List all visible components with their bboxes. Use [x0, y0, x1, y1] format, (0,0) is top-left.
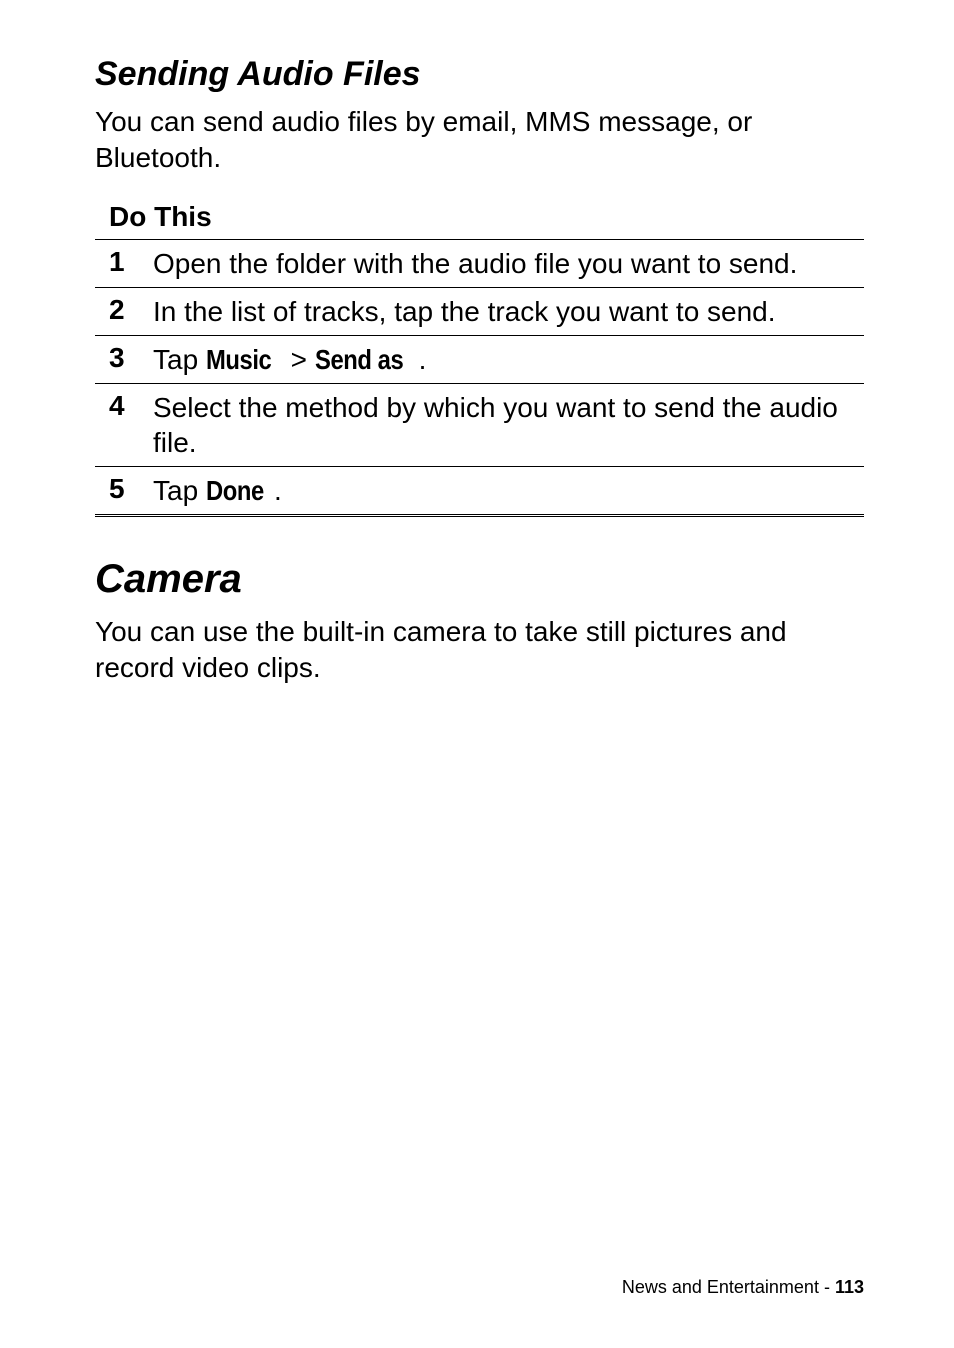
step-text-suffix: .: [419, 344, 427, 375]
step-text: Tap Done.: [153, 473, 864, 508]
footer-separator: -: [819, 1277, 835, 1297]
ui-label-done: Done: [206, 473, 264, 508]
intro-text-sending-audio: You can send audio files by email, MMS m…: [95, 104, 864, 177]
step-text-prefix: Tap: [153, 475, 206, 506]
section-heading-sending-audio: Sending Audio Files: [95, 55, 864, 94]
step-text: Open the folder with the audio file you …: [153, 246, 864, 281]
page-footer: News and Entertainment - 113: [622, 1277, 864, 1298]
step-text: In the list of tracks, tap the track you…: [153, 294, 864, 329]
section-heading-camera: Camera: [95, 557, 864, 602]
steps-table: Do This 1 Open the folder with the audio…: [95, 197, 864, 517]
ui-label-send-as: Send as: [315, 342, 403, 377]
intro-text-camera: You can use the built-in camera to take …: [95, 614, 864, 687]
step-number: 3: [109, 342, 153, 374]
step-row: 1 Open the folder with the audio file yo…: [95, 239, 864, 287]
step-text-prefix: Tap: [153, 344, 206, 375]
step-text: Tap Music > Send as.: [153, 342, 864, 377]
step-text-mid: >: [283, 344, 315, 375]
step-row: 5 Tap Done.: [95, 466, 864, 517]
steps-header: Do This: [95, 197, 864, 239]
step-number: 2: [109, 294, 153, 326]
step-number: 1: [109, 246, 153, 278]
step-row: 2 In the list of tracks, tap the track y…: [95, 287, 864, 335]
footer-section-name: News and Entertainment: [622, 1277, 819, 1297]
footer-page-number: 113: [835, 1277, 864, 1297]
step-row: 3 Tap Music > Send as.: [95, 335, 864, 383]
ui-label-music: Music: [206, 342, 271, 377]
step-number: 4: [109, 390, 153, 422]
step-number: 5: [109, 473, 153, 505]
step-text-suffix: .: [274, 475, 282, 506]
step-row: 4 Select the method by which you want to…: [95, 383, 864, 466]
step-text: Select the method by which you want to s…: [153, 390, 864, 460]
